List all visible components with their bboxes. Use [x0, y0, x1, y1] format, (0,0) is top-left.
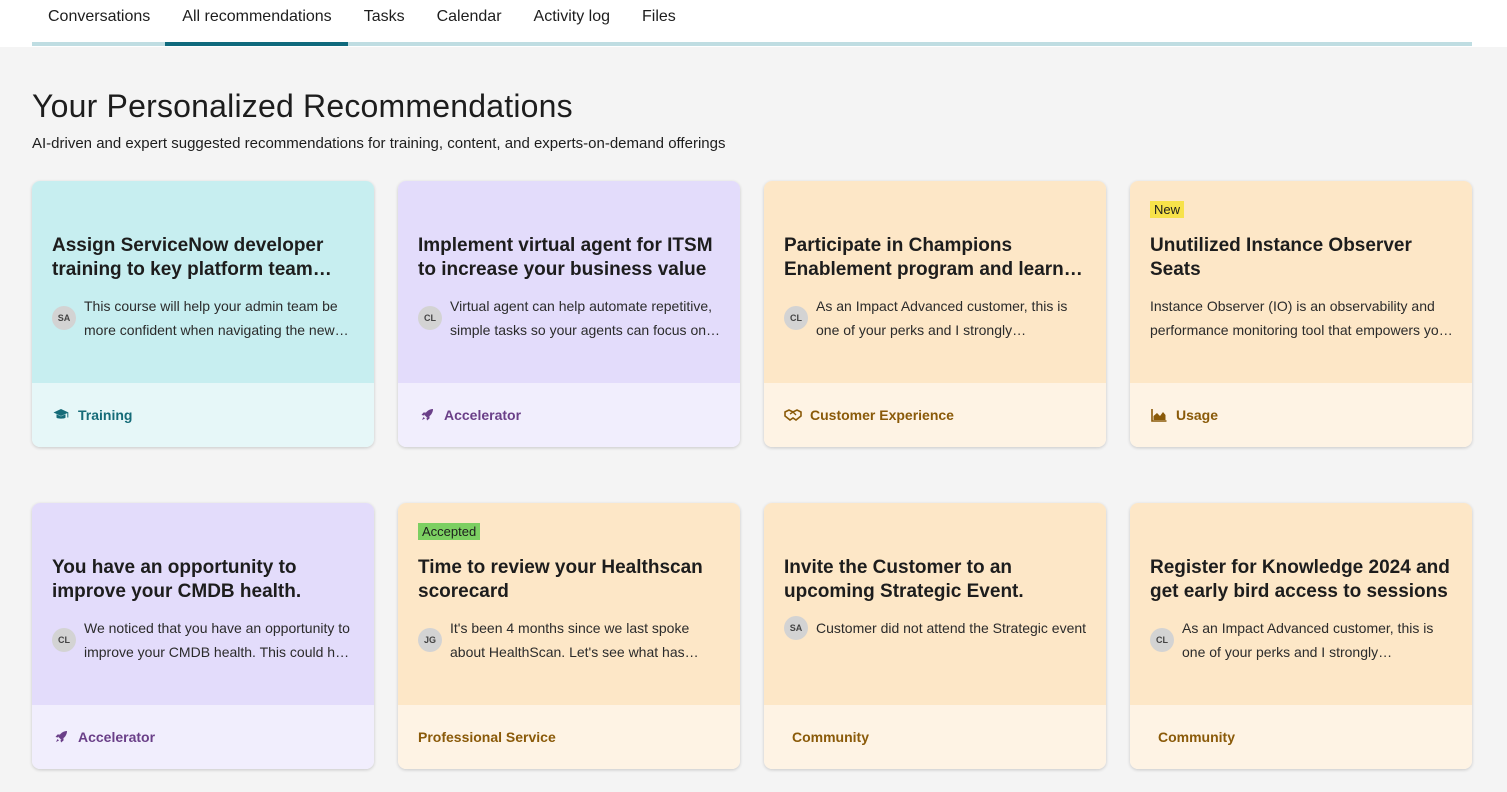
card-title: Implement virtual agent for ITSM to incr…: [418, 235, 713, 280]
card-description: This course will help your admin team be…: [84, 298, 338, 338]
tab-bar: Conversations All recommendations Tasks …: [32, 0, 692, 47]
card-description-row: CL As an Impact Advanced customer, this …: [1150, 616, 1455, 664]
recommendation-card[interactable]: Invite the Customer to an upcoming Strat…: [764, 503, 1106, 769]
tab-conversations[interactable]: Conversations: [32, 0, 166, 44]
tab-files[interactable]: Files: [626, 0, 692, 44]
card-title: Participate in Champions Enablement prog…: [784, 235, 1064, 280]
card-description-row: CL As an Impact Advanced customer, this …: [784, 294, 1089, 342]
card-body: Implement virtual agent for ITSM to incr…: [398, 181, 740, 383]
rocket-icon: [52, 729, 70, 745]
recommendation-card[interactable]: Register for Knowledge 2024 and get earl…: [1130, 503, 1472, 769]
card-description-row: SA Customer did not attend the Strategic…: [784, 616, 1089, 640]
card-description: It's been 4 months since we last spoke a…: [450, 620, 690, 660]
avatar: CL: [52, 628, 76, 652]
card-description: Customer did not attend the Strategic ev…: [816, 620, 1087, 636]
card-description: As an Impact Advanced customer, this is …: [1182, 620, 1434, 660]
card-body: You have an opportunity to improve your …: [32, 503, 374, 705]
category-label: Community: [1158, 729, 1235, 745]
recommendation-card[interactable]: Accepted Time to review your Healthscan …: [398, 503, 740, 769]
card-description-row: JG It's been 4 months since we last spok…: [418, 616, 723, 664]
new-badge: New: [1150, 201, 1185, 218]
card-title: Assign ServiceNow developer training to …: [52, 235, 324, 280]
avatar: SA: [784, 616, 808, 640]
card-category-footer: Customer Experience: [764, 383, 1106, 447]
card-body: Invite the Customer to an upcoming Strat…: [764, 503, 1106, 705]
top-navigation: Conversations All recommendations Tasks …: [0, 0, 1507, 47]
avatar: CL: [784, 306, 808, 330]
accepted-badge: Accepted: [418, 523, 481, 540]
card-description: As an Impact Advanced customer, this is …: [816, 298, 1068, 338]
card-category-footer: Accelerator: [398, 383, 740, 447]
card-title: Time to review your Healthscan scorecard: [418, 557, 703, 602]
avatar: SA: [52, 306, 76, 330]
area-chart-icon: [1150, 407, 1168, 423]
card-category-footer: Professional Service: [398, 705, 740, 769]
card-description-row: CL Virtual agent can help automate repet…: [418, 294, 723, 342]
avatar: JG: [418, 628, 442, 652]
handshake-icon: [784, 407, 802, 423]
page-title: Your Personalized Recommendations: [32, 88, 573, 124]
card-title: You have an opportunity to improve your …: [52, 557, 302, 602]
card-category-footer: Accelerator: [32, 705, 374, 769]
card-category-footer: Community: [764, 705, 1106, 769]
card-category-footer: Usage: [1130, 383, 1472, 447]
card-body: New Unutilized Instance Observer Seats I…: [1130, 181, 1472, 383]
category-label: Accelerator: [444, 407, 522, 423]
card-body: Participate in Champions Enablement prog…: [764, 181, 1106, 383]
category-label: Community: [792, 729, 869, 745]
recommendation-card[interactable]: Assign ServiceNow developer training to …: [32, 181, 374, 447]
card-body: Register for Knowledge 2024 and get earl…: [1130, 503, 1472, 705]
graduation-cap-icon: [52, 407, 70, 423]
card-title: Invite the Customer to an upcoming Strat…: [784, 557, 1024, 602]
card-description-row: SA This course will help your admin team…: [52, 294, 357, 342]
card-title: Register for Knowledge 2024 and get earl…: [1150, 557, 1450, 602]
card-title: Unutilized Instance Observer Seats: [1150, 235, 1412, 280]
avatar: CL: [1150, 628, 1174, 652]
category-label: Usage: [1176, 407, 1219, 423]
recommendation-card[interactable]: New Unutilized Instance Observer Seats I…: [1130, 181, 1472, 447]
category-label: Professional Service: [418, 729, 556, 745]
category-label: Customer Experience: [810, 407, 954, 423]
card-description-row: Instance Observer (IO) is an observabili…: [1150, 294, 1455, 342]
category-label: Accelerator: [78, 729, 156, 745]
active-tab-indicator: [165, 42, 348, 46]
tab-tasks[interactable]: Tasks: [348, 0, 421, 44]
card-description: Virtual agent can help automate repetiti…: [450, 298, 713, 338]
recommendation-card[interactable]: Participate in Champions Enablement prog…: [764, 181, 1106, 447]
tab-all-recommendations[interactable]: All recommendations: [166, 0, 347, 44]
card-description: Instance Observer (IO) is an observabili…: [1150, 298, 1452, 338]
recommendation-card[interactable]: Implement virtual agent for ITSM to incr…: [398, 181, 740, 447]
card-description: We noticed that you have an opportunity …: [84, 620, 354, 660]
rocket-icon: [418, 407, 436, 423]
card-description-row: CL We noticed that you have an opportuni…: [52, 616, 357, 664]
tab-activity-log[interactable]: Activity log: [518, 0, 626, 44]
category-label: Training: [78, 407, 133, 423]
card-body: Assign ServiceNow developer training to …: [32, 181, 374, 383]
tab-calendar[interactable]: Calendar: [421, 0, 518, 44]
avatar: CL: [418, 306, 442, 330]
page-subtitle: AI-driven and expert suggested recommend…: [32, 135, 726, 152]
recommendations-grid: Assign ServiceNow developer training to …: [32, 181, 1472, 769]
card-category-footer: Community: [1130, 705, 1472, 769]
card-category-footer: Training: [32, 383, 374, 447]
recommendation-card[interactable]: You have an opportunity to improve your …: [32, 503, 374, 769]
card-body: Accepted Time to review your Healthscan …: [398, 503, 740, 705]
